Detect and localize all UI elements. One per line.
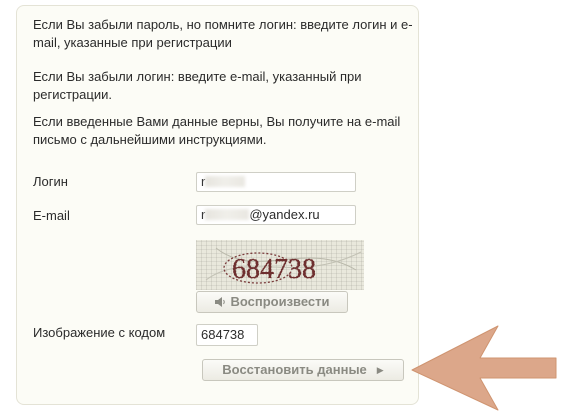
password-recovery-page: Если Вы забыли пароль, но помните логин:… — [0, 0, 565, 415]
pointer-arrow-icon — [411, 325, 557, 411]
